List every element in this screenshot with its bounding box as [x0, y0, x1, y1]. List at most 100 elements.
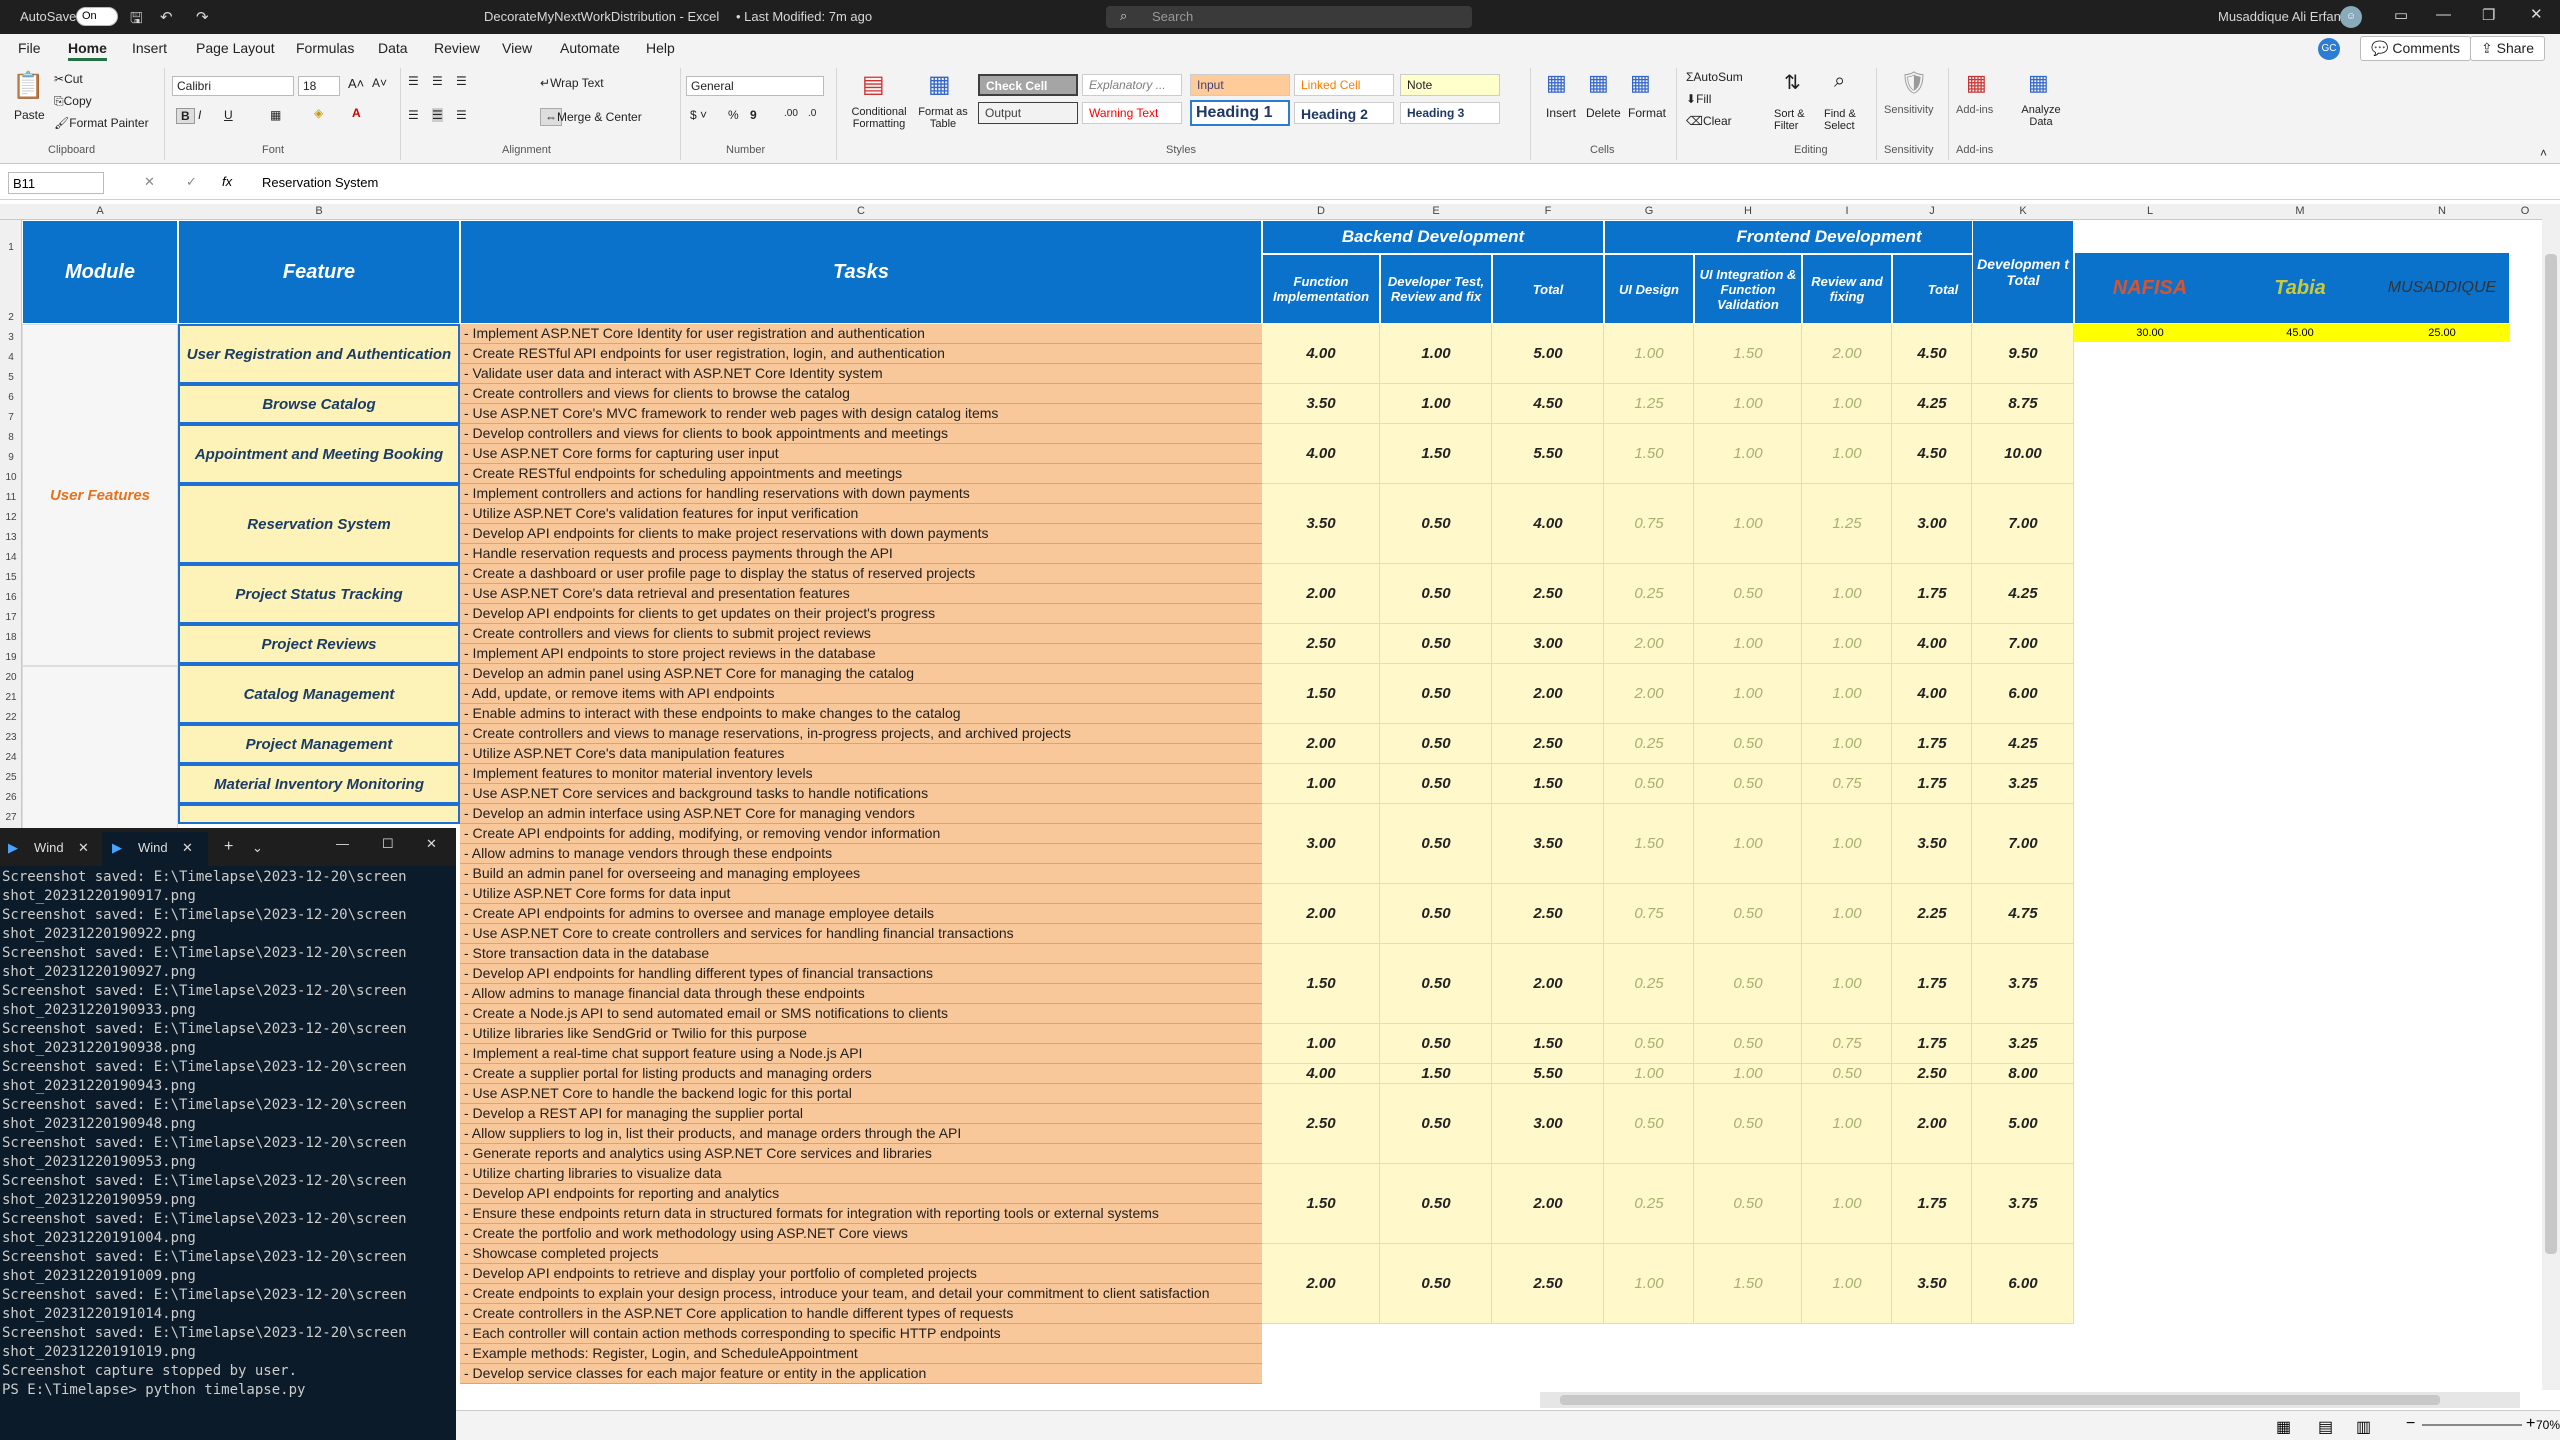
task-row[interactable]: - Develop API endpoints to retrieve and …	[460, 1264, 1262, 1284]
currency-icon[interactable]: $ ˅	[690, 108, 707, 122]
task-row[interactable]: - Allow admins to manage financial data …	[460, 984, 1262, 1004]
value-cell[interactable]: 1.00	[1802, 564, 1892, 624]
row-header[interactable]: 2	[0, 254, 22, 324]
value-cell[interactable]: 8.00	[1972, 1064, 2074, 1084]
value-cell[interactable]: 5.50	[1492, 1064, 1604, 1084]
row-header[interactable]: 25	[0, 764, 22, 784]
nafisa-value[interactable]: 30.00	[2074, 324, 2226, 342]
grow-font-icon[interactable]: A˄	[348, 76, 364, 91]
feature-cell[interactable]: Project Management	[178, 724, 460, 764]
feature-cell[interactable]: Browse Catalog	[178, 384, 460, 424]
value-cell[interactable]: 2.00	[1262, 564, 1380, 624]
tab-review[interactable]: Review	[434, 40, 480, 56]
value-cell[interactable]: 1.50	[1492, 1024, 1604, 1064]
style-check-cell[interactable]: Check Cell	[978, 74, 1078, 96]
row-header[interactable]: 26	[0, 784, 22, 804]
header-tasks[interactable]: Tasks	[460, 220, 1262, 324]
task-row[interactable]: - Implement features to monitor material…	[460, 764, 1262, 784]
value-cell[interactable]: 1.75	[1892, 764, 1972, 804]
value-cell[interactable]: 0.50	[1380, 624, 1492, 664]
value-cell[interactable]: 1.00	[1802, 724, 1892, 764]
value-cell[interactable]: 4.50	[1892, 324, 1972, 384]
align-top-icon[interactable]: ☰	[408, 74, 419, 88]
value-cell[interactable]: 0.50	[1380, 884, 1492, 944]
close-tab-icon[interactable]: ✕	[182, 840, 193, 856]
find-select-button[interactable]: Find & Select	[1824, 108, 1864, 132]
value-cell[interactable]: 7.00	[1972, 804, 2074, 884]
task-row[interactable]: - Build an admin panel for overseeing an…	[460, 864, 1262, 884]
undo-icon[interactable]: ↶	[160, 8, 173, 26]
column-header[interactable]: J	[1892, 205, 1972, 217]
feature-cell[interactable]: Appointment and Meeting Booking	[178, 424, 460, 484]
value-cell[interactable]: 1.50	[1380, 1064, 1492, 1084]
horizontal-scrollbar[interactable]	[1540, 1392, 2520, 1408]
value-cell[interactable]: 1.50	[1262, 664, 1380, 724]
value-cell[interactable]: 0.75	[1604, 884, 1694, 944]
row-header[interactable]: 20	[0, 664, 22, 684]
value-cell[interactable]: 4.50	[1892, 424, 1972, 484]
task-row[interactable]: - Use ASP.NET Core services and backgrou…	[460, 784, 1262, 804]
header-module[interactable]: Module	[22, 220, 178, 324]
fill-color-icon[interactable]: ◈	[314, 106, 323, 120]
column-header[interactable]: B	[178, 205, 460, 217]
sort-filter-button[interactable]: Sort & Filter	[1774, 108, 1814, 132]
column-header[interactable]: M	[2226, 205, 2374, 217]
ribbon-display-icon[interactable]: ▭	[2394, 6, 2408, 24]
row-header[interactable]: 14	[0, 544, 22, 564]
value-cell[interactable]: 3.75	[1972, 944, 2074, 1024]
value-cell[interactable]: 1.50	[1492, 764, 1604, 804]
sensitivity-icon[interactable]: 🛡	[1900, 70, 1928, 96]
value-cell[interactable]: 0.75	[1604, 484, 1694, 564]
redo-icon[interactable]: ↷	[196, 8, 209, 26]
tab-home[interactable]: Home	[68, 40, 107, 61]
feature-cell[interactable]: Project Reviews	[178, 624, 460, 664]
row-header[interactable]: 4	[0, 344, 22, 364]
cancel-icon[interactable]: ✕	[144, 174, 155, 190]
task-row[interactable]: - Each controller will contain action me…	[460, 1324, 1262, 1344]
conditional-format-icon[interactable]: ▤	[862, 70, 885, 99]
value-cell[interactable]: 1.00	[1802, 884, 1892, 944]
tab-dropdown-icon[interactable]: ⌄	[252, 840, 263, 856]
task-row[interactable]: - Showcase completed projects	[460, 1244, 1262, 1264]
vertical-scrollbar[interactable]	[2542, 204, 2560, 1390]
value-cell[interactable]: 0.50	[1380, 944, 1492, 1024]
delete-cells-icon[interactable]: ▦	[1588, 70, 1609, 96]
align-left-icon[interactable]: ☰	[408, 108, 419, 122]
value-cell[interactable]: 1.00	[1262, 764, 1380, 804]
row-header[interactable]: 17	[0, 604, 22, 624]
value-cell[interactable]: 2.50	[1262, 624, 1380, 664]
value-cell[interactable]: 4.50	[1492, 384, 1604, 424]
wrap-text-button[interactable]: ↵ Wrap Text	[540, 76, 604, 90]
value-cell[interactable]: 1.00	[1802, 1244, 1892, 1324]
analyze-data-icon[interactable]: ▦	[2028, 70, 2049, 96]
task-row[interactable]: - Ensure these endpoints return data in …	[460, 1204, 1262, 1224]
value-cell[interactable]: 0.50	[1380, 564, 1492, 624]
collapse-ribbon-icon[interactable]: ˄	[2540, 146, 2547, 160]
row-header[interactable]: 6	[0, 384, 22, 404]
tab-insert[interactable]: Insert	[132, 40, 167, 56]
value-cell[interactable]: 1.00	[1694, 484, 1802, 564]
row-header[interactable]: 16	[0, 584, 22, 604]
format-table-icon[interactable]: ▦	[928, 70, 951, 99]
autosum-button[interactable]: Σ AutoSum	[1686, 70, 1743, 84]
style-explanatory[interactable]: Explanatory ...	[1082, 74, 1182, 96]
task-row[interactable]: - Utilize charting libraries to visualiz…	[460, 1164, 1262, 1184]
style-note[interactable]: Note	[1400, 74, 1500, 96]
task-row[interactable]: - Create controllers in the ASP.NET Core…	[460, 1304, 1262, 1324]
value-cell[interactable]: 10.00	[1972, 424, 2074, 484]
enter-icon[interactable]: ✓	[186, 174, 197, 190]
row-header[interactable]: 24	[0, 744, 22, 764]
task-row[interactable]: - Develop an admin panel using ASP.NET C…	[460, 664, 1262, 684]
value-cell[interactable]: 4.00	[1492, 484, 1604, 564]
value-cell[interactable]: 0.50	[1380, 724, 1492, 764]
value-cell[interactable]: 5.00	[1492, 324, 1604, 384]
autosave-toggle[interactable]: On	[76, 7, 118, 26]
addins-icon[interactable]: ▦	[1966, 70, 1987, 96]
task-row[interactable]: - Develop a REST API for managing the su…	[460, 1104, 1262, 1124]
value-cell[interactable]: 1.50	[1604, 804, 1694, 884]
value-cell[interactable]: 0.25	[1604, 944, 1694, 1024]
value-cell[interactable]: 3.00	[1892, 484, 1972, 564]
task-row[interactable]: - Develop API endpoints for clients to m…	[460, 524, 1262, 544]
analyze-data-button[interactable]: Analyze Data	[2018, 104, 2064, 128]
value-cell[interactable]: 1.00	[1380, 324, 1492, 384]
